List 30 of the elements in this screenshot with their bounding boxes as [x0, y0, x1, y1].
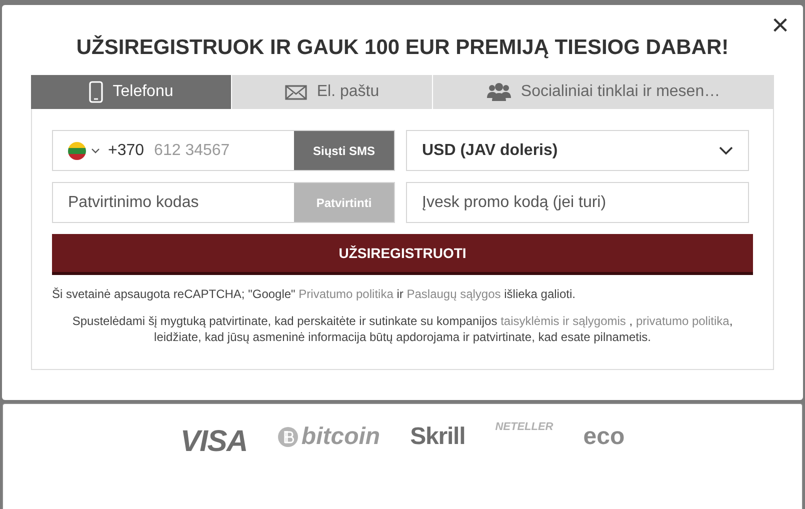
chevron-down-icon[interactable] — [91, 148, 100, 154]
country-code: +370 — [108, 140, 144, 160]
link[interactable]: Privatumo politika — [298, 287, 394, 301]
payment-logo: VISA — [180, 424, 248, 460]
link[interactable]: taisyklėmis ir sąlygomis — [500, 314, 626, 328]
send-sms-button[interactable]: Siųsti SMS — [294, 131, 394, 170]
tab[interactable]: Telefonu — [31, 75, 231, 109]
consent-notice: Spustelėdami šį mygtuką patvirtinate, kad perskaitėte ir sutinkate su kompanijos taisyklėmis ir sąlygomis , privatumo politika, leidžiate, kad jūsų asmeninė informacija būtų apdorojama ir patvirtinate, kad esate pilnametis. — [71, 313, 734, 345]
phone-icon — [88, 81, 103, 103]
promo-code-field[interactable]: Įvesk promo kodą (jei turi) — [406, 182, 749, 223]
tab[interactable]: El. paštu — [232, 75, 432, 109]
phone-input[interactable]: 612 34567 — [154, 138, 274, 162]
recaptcha-notice: Ši svetainė apsaugota reCAPTCHA; "Google" Privatumo politika ir Paslaugų sąlygos išlieka galioti. — [52, 286, 576, 302]
link[interactable]: Paslaugų sąlygos — [406, 287, 501, 301]
tab[interactable]: Socialiniai tinklai ir mesen… — [433, 75, 774, 109]
currency-select[interactable]: USD (JAV doleris) — [406, 130, 749, 171]
chevron-down-icon — [719, 146, 733, 155]
link[interactable]: privatumo politika — [636, 314, 730, 328]
envelope-icon — [284, 84, 307, 100]
register-button[interactable]: UŽSIREGISTRUOTI — [52, 234, 753, 275]
phone-field[interactable]: +370 612 34567 Siųsti SMS — [52, 130, 395, 171]
people-icon — [486, 83, 511, 101]
payment-logo: Skrill — [410, 422, 466, 452]
close-button[interactable]: × — [771, 11, 789, 41]
payment-logo: bitcoin — [301, 422, 380, 452]
payment-logo: NETELLER — [495, 420, 554, 435]
modal-title: UŽSIREGISTRUOK IR GAUK 100 EUR PREMIJĄ TIESIOG DABAR! — [75, 35, 730, 61]
flag-icon — [68, 142, 86, 160]
coin-icon — [277, 426, 300, 448]
payment-logo: eco — [583, 422, 625, 452]
